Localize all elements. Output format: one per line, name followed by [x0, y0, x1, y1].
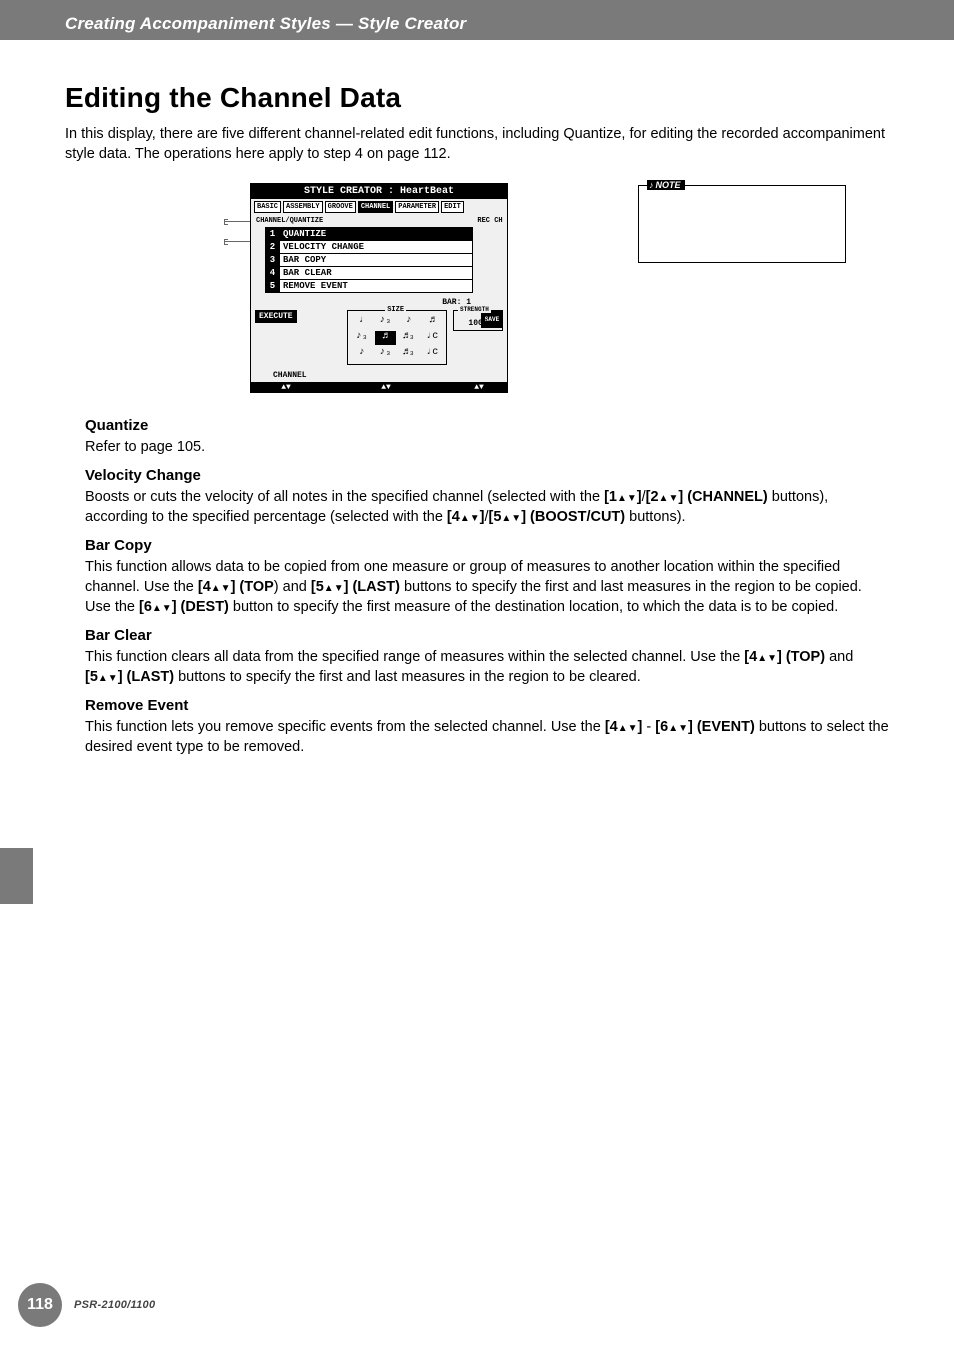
callout-leader-lines [224, 219, 250, 247]
note-callout-box: NOTE [638, 185, 846, 263]
lcd-list-row: 2VELOCITY CHANGE [266, 241, 472, 254]
section-bar-copy: Bar Copy This function allows data to be… [85, 537, 889, 617]
barcopy-heading: Bar Copy [85, 537, 889, 554]
size-cell: ♩ [351, 315, 373, 329]
page-content: Editing the Channel Data In this display… [0, 40, 954, 757]
size-cell: ♬ [375, 331, 397, 345]
velocity-heading: Velocity Change [85, 467, 889, 484]
lcd-menu-list: 1QUANTIZE2VELOCITY CHANGE3BAR COPY4BAR C… [265, 227, 473, 293]
size-cell: ♬ [422, 315, 444, 329]
lcd-title: STYLE CREATOR : HeartBeat [251, 184, 507, 199]
page-number: 118 [18, 1283, 62, 1327]
page-title: Editing the Channel Data [65, 82, 889, 114]
section-bar-clear: Bar Clear This function clears all data … [85, 627, 889, 687]
size-label: SIZE [385, 306, 406, 314]
section-velocity-change: Velocity Change Boosts or cuts the veloc… [85, 467, 889, 527]
execute-button: EXECUTE [255, 310, 297, 323]
lcd-tab: CHANNEL [358, 201, 393, 213]
quantize-body: Refer to page 105. [85, 437, 889, 457]
strength-label: STRENGTH [458, 306, 491, 313]
header-section-title: Creating Accompaniment Styles — Style Cr… [65, 14, 466, 34]
intro-paragraph: In this display, there are five differen… [65, 124, 889, 165]
section-remove-event: Remove Event This function lets you remo… [85, 697, 889, 757]
lcd-screenshot: STYLE CREATOR : HeartBeat BASICASSEMBLYG… [250, 183, 508, 393]
strength-value: 100% [468, 319, 487, 328]
lcd-tab: ASSEMBLY [283, 201, 323, 213]
lcd-tab: BASIC [254, 201, 281, 213]
size-cell: ♪ [398, 315, 420, 329]
lcd-bottom-arrows: ▲▼ ▲▼ ▲▼ [251, 382, 507, 392]
lcd-list-row: 5REMOVE EVENT [266, 280, 472, 292]
section-quantize: Quantize Refer to page 105. [85, 417, 889, 457]
lcd-list-row: 1QUANTIZE [266, 228, 472, 241]
barcopy-body: This function allows data to be copied f… [85, 557, 889, 617]
size-cell: ♩c [422, 347, 444, 361]
header-bar: Creating Accompaniment Styles — Style Cr… [0, 0, 954, 40]
lcd-list-row: 4BAR CLEAR [266, 267, 472, 280]
remove-heading: Remove Event [85, 697, 889, 714]
barclear-body: This function clears all data from the s… [85, 647, 889, 687]
rec-ch-label: REC CH [477, 218, 503, 225]
velocity-body: Boosts or cuts the velocity of all notes… [85, 487, 889, 527]
figure-row: STYLE CREATOR : HeartBeat BASICASSEMBLYG… [65, 183, 889, 393]
size-cell: ♬₃ [398, 347, 420, 361]
barclear-heading: Bar Clear [85, 627, 889, 644]
size-cell: ♬₃ [398, 331, 420, 345]
lcd-tab: EDIT [441, 201, 464, 213]
sections: Quantize Refer to page 105. Velocity Cha… [65, 417, 889, 757]
remove-body: This function lets you remove specific e… [85, 717, 889, 757]
size-cell: ♪₃ [375, 347, 397, 361]
note-tag: NOTE [647, 180, 685, 190]
side-tab [0, 848, 33, 904]
size-grid: SIZE ♩♪₃♪♬♪₃♬♬₃♩c♪♪₃♬₃♩c [347, 310, 447, 365]
model-label: PSR-2100/1100 [74, 1299, 155, 1311]
size-cell: ♩c [422, 331, 444, 345]
lcd-list-row: 3BAR COPY [266, 254, 472, 267]
strength-box: STRENGTH 100% [453, 310, 503, 331]
channel-label: CHANNEL [251, 371, 507, 382]
lcd-tab: GROOVE [325, 201, 356, 213]
footer: 118 PSR-2100/1100 [0, 1283, 155, 1327]
lcd-tab: PARAMETER [395, 201, 439, 213]
size-cell: ♪₃ [375, 315, 397, 329]
quantize-heading: Quantize [85, 417, 889, 434]
lcd-subheader: CHANNEL/QUANTIZE [251, 215, 507, 225]
lcd-tabs: BASICASSEMBLYGROOVECHANNELPARAMETEREDIT [251, 199, 507, 215]
size-cell: ♪₃ [351, 331, 373, 345]
size-cell: ♪ [351, 347, 373, 361]
